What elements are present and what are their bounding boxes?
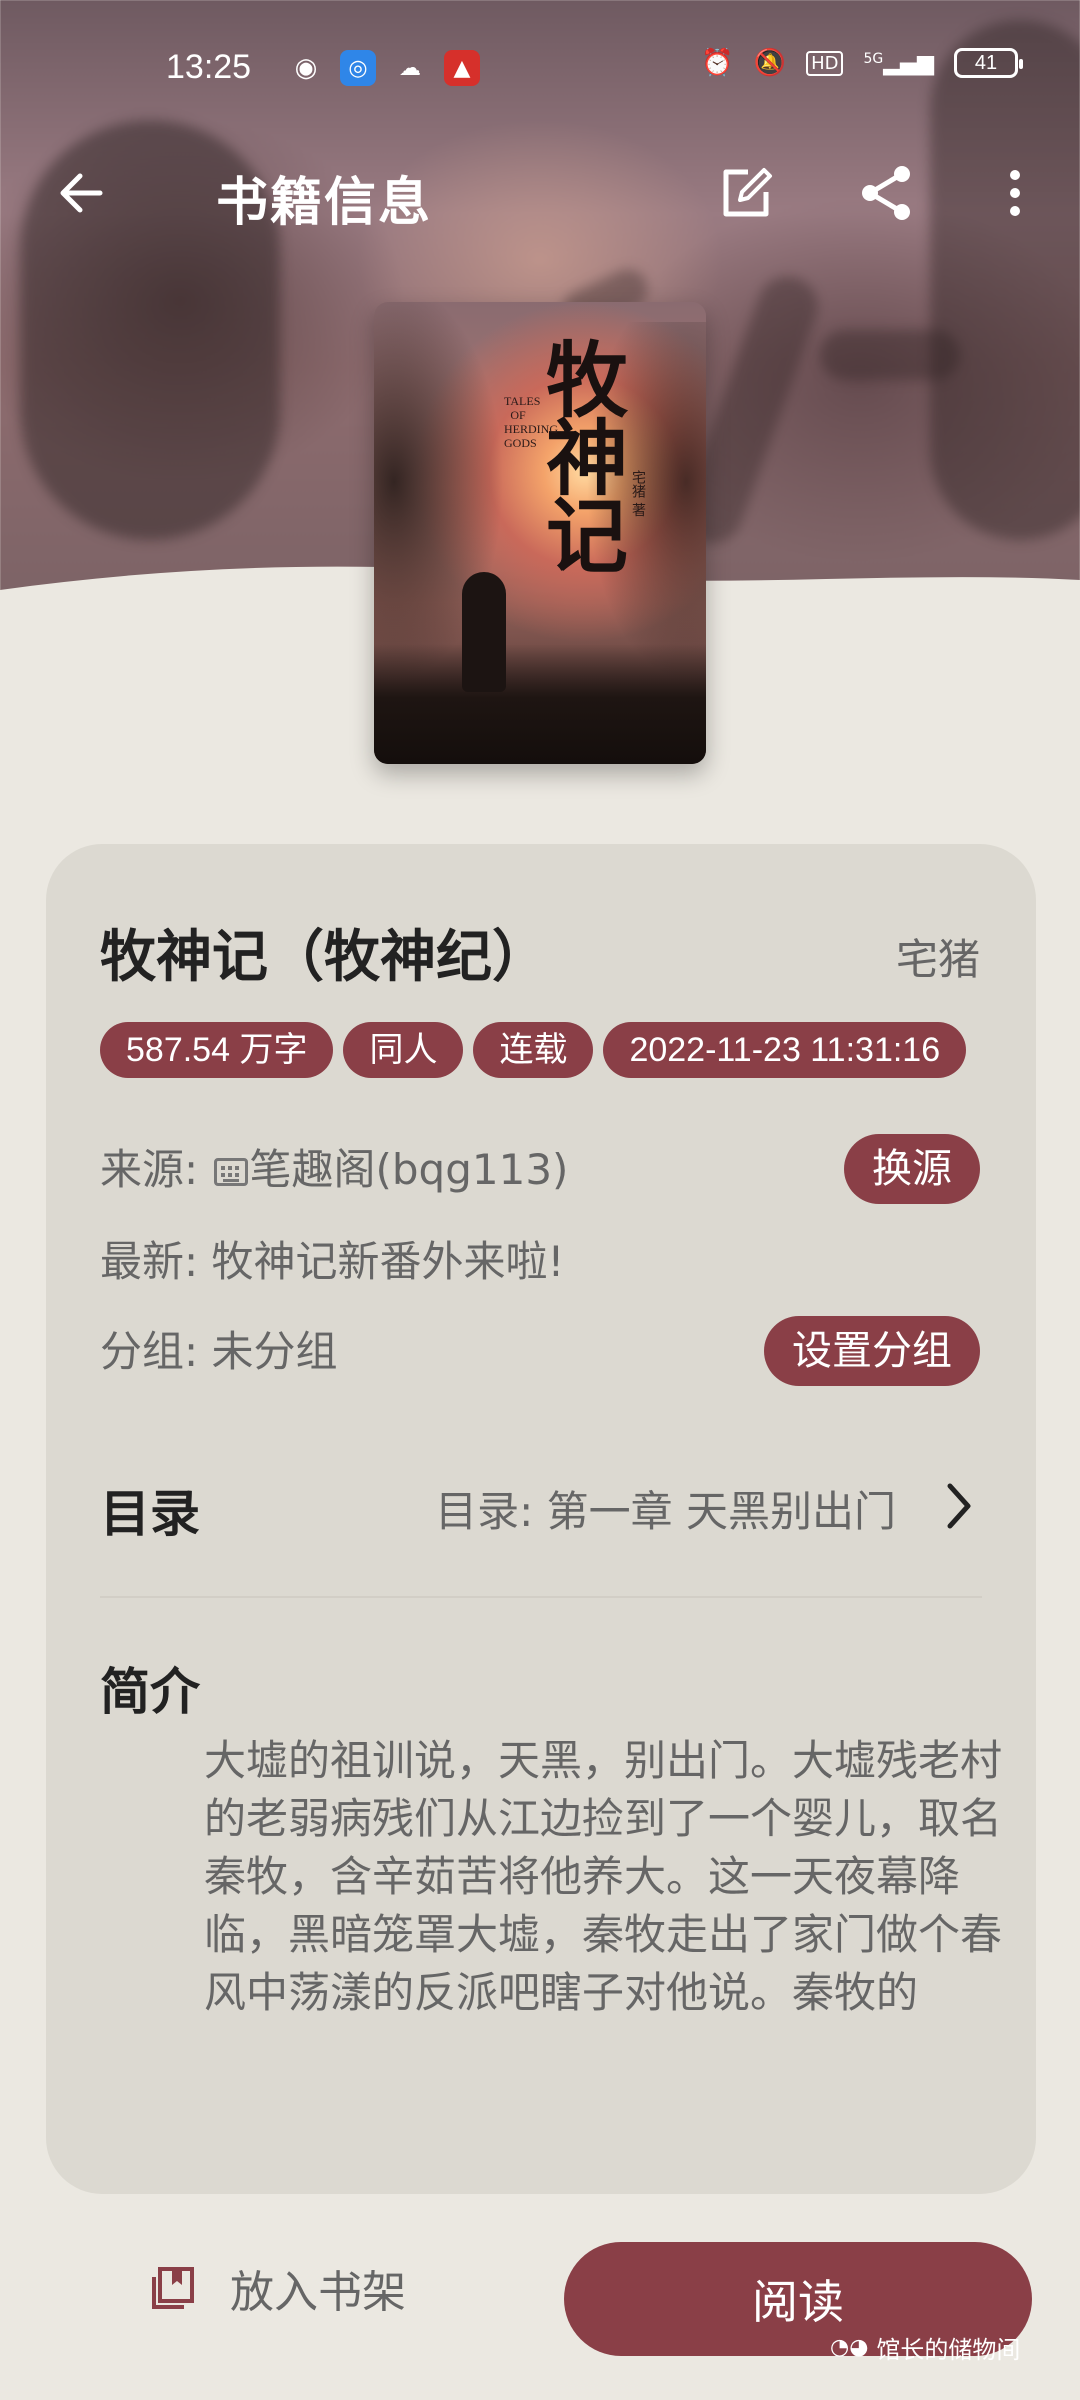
signal-icon: 5G▂▄▆ [863, 50, 934, 76]
back-button[interactable] [50, 158, 120, 228]
group-row: 分组: 未分组 [100, 1327, 338, 1376]
watermark-text: 馆长的储物间 [876, 2336, 1021, 2364]
chat-bubble-icon: ◉ [294, 53, 318, 83]
status-bar: 13:25 ◉ ◎ ☁ ▲ ⏰ 🔕 HD 5G▂▄▆ 41 [0, 0, 1080, 130]
chevron-right-icon [947, 1483, 971, 1529]
back-arrow-icon [60, 173, 103, 213]
more-button[interactable] [990, 158, 1040, 228]
mute-icon: 🔕 [753, 48, 787, 78]
book-info-card: 牧神记（牧神纪） 宅猪 587.54 万字 同人 连载 2022-11-23 1… [46, 844, 1036, 2194]
app-bar: 书籍信息 [0, 130, 1080, 250]
edit-button[interactable] [710, 158, 780, 228]
watermark: ◔◕ 馆长的储物间 [830, 2330, 1020, 2365]
cover-ground [374, 644, 706, 764]
hd-icon: HD [806, 50, 844, 76]
toc-label[interactable]: 目录 [100, 1474, 200, 1546]
book-author: 宅猪 [895, 935, 980, 984]
alarm-icon: ⏰ [701, 48, 734, 78]
status-tag: 连载 [473, 1022, 594, 1078]
read-label: 阅读 [752, 2275, 844, 2329]
bottom-bar: 放入书架 阅读 [0, 2220, 1080, 2400]
network-type: 5G [863, 50, 884, 67]
red-app-icon: ▲ [444, 50, 480, 86]
share-button[interactable] [852, 158, 922, 228]
cover-subtitle: TALES OF HERDING GODS [504, 394, 558, 450]
status-time: 13:25 [166, 48, 252, 86]
toc-value[interactable]: 目录: 第一章 天黑别出门 [435, 1478, 896, 1539]
toc-button[interactable] [934, 1476, 984, 1536]
wechat-icon: ◔◕ [830, 2335, 869, 2360]
page-title: 书籍信息 [216, 173, 433, 233]
category-tag: 同人 [343, 1022, 464, 1078]
more-icon [1010, 170, 1020, 216]
share-icon [862, 166, 910, 220]
add-to-shelf-label: 放入书架 [230, 2267, 406, 2318]
bookshelf-icon [152, 2267, 194, 2309]
cloud-icon: ☁ [399, 55, 421, 81]
set-group-button[interactable]: 设置分组 [764, 1316, 980, 1386]
battery-level: 41 [974, 51, 998, 74]
update-time-tag: 2022-11-23 11:31:16 [603, 1022, 967, 1078]
word-count-tag: 587.54 万字 [100, 1022, 334, 1078]
book-cover[interactable]: 牧神记 TALES OF HERDING GODS 宅猪 著 [374, 302, 706, 764]
keyboard-icon [213, 1158, 248, 1186]
intro-text: 大墟的祖训说，天黑，别出门。大墟残老村的老弱病残们从江边捡到了一个婴儿，取名秦牧… [204, 1736, 1003, 2017]
latest-chapter: 最新: 牧神记新番外来啦! [100, 1237, 565, 1286]
cover-title: 牧神记 [545, 333, 628, 585]
source-row: 来源: 笔趣阁(bqg113) [100, 1136, 568, 1197]
tag-list: 587.54 万字 同人 连载 2022-11-23 11:31:16 [100, 1022, 967, 1078]
edit-icon [723, 168, 772, 217]
cover-author: 宅猪 著 [630, 470, 646, 517]
add-to-shelf-button[interactable]: 放入书架 [150, 2248, 406, 2328]
source-value: 笔趣阁(bqg113) [249, 1145, 569, 1194]
circle-app-icon: ◎ [340, 50, 376, 86]
battery-icon: 41 [954, 48, 1023, 78]
change-source-button[interactable]: 换源 [844, 1134, 980, 1204]
intro-label: 简介 [100, 1663, 200, 1721]
divider [100, 1596, 982, 1598]
book-title: 牧神记（牧神纪） [100, 925, 548, 990]
cover-figure [462, 572, 506, 692]
source-label: 来源: [100, 1145, 212, 1194]
